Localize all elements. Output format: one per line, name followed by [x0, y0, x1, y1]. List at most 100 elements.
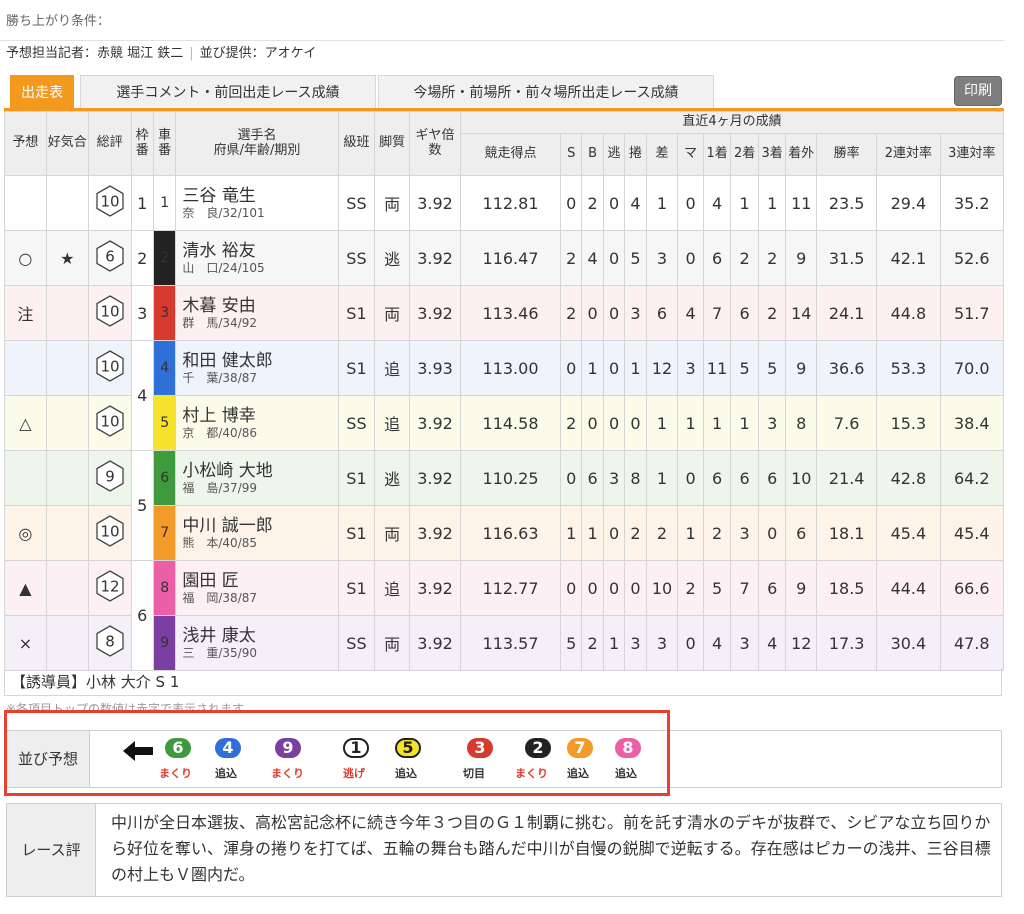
rider-name[interactable]: 園田 匠: [182, 571, 337, 591]
rating-hex: 8: [87, 615, 132, 671]
stat-sashi: 2: [645, 505, 679, 561]
leg-type: 逃: [374, 450, 410, 506]
stat-score: 113.57: [460, 615, 561, 671]
stat-makuri: 0: [624, 560, 647, 616]
rider-profile: 奈 良/32/101: [182, 205, 265, 220]
stat-out: 11: [785, 175, 818, 231]
stat-s: 2: [559, 285, 583, 341]
print-button[interactable]: 印刷: [954, 76, 1002, 106]
stat-s: 1: [559, 505, 583, 561]
stat-win: 7.6: [816, 395, 878, 451]
header-win: 勝率: [816, 133, 878, 176]
header-sashi: 差: [645, 133, 679, 176]
car-number: 3: [152, 285, 177, 341]
stat-b: 6: [581, 450, 604, 506]
stat-nige: 0: [602, 230, 626, 286]
header-kyaku: 脚質: [374, 111, 410, 176]
rating-value: 10: [100, 193, 119, 211]
rider-name-cell: 村上 博幸京 都/40/86: [175, 395, 339, 451]
stat-ren2: 44.8: [876, 285, 941, 341]
header-ren3: 3連対率: [939, 133, 1004, 176]
rider-name-cell: 園田 匠福 岡/38/87: [175, 560, 339, 616]
stat-nige: 0: [602, 395, 626, 451]
stat-win: 24.1: [816, 285, 878, 341]
header-sha: 車番: [152, 111, 177, 176]
hexagon-icon: 10: [95, 350, 124, 382]
stat-s: 2: [559, 230, 583, 286]
stat-c2: 1: [730, 175, 759, 231]
spirit-mark: ★: [45, 230, 89, 286]
stat-makuri: 5: [624, 230, 647, 286]
lineup-highlight-frame: [4, 710, 670, 796]
rider-profile: 山 口/24/105: [182, 260, 265, 275]
spirit-mark: [45, 615, 89, 671]
stat-s: 0: [559, 560, 583, 616]
rider-name[interactable]: 浅井 康太: [182, 626, 337, 646]
rider-name[interactable]: 清水 裕友: [182, 241, 337, 261]
stat-nige: 3: [602, 450, 626, 506]
header-recent: 直近4ヶ月の成績: [460, 111, 1004, 134]
reporter-line: 予想担当記者：赤競 堀江 鉄二 | 並び提供：アオケイ: [6, 42, 316, 61]
stat-nige: 0: [602, 285, 626, 341]
header-b: B: [581, 133, 604, 176]
rider-name-cell: 三谷 竜生奈 良/32/101: [175, 175, 339, 231]
stat-b: 2: [581, 175, 604, 231]
stat-makuri: 8: [624, 450, 647, 506]
stat-makuri: 3: [624, 615, 647, 671]
rider-name[interactable]: 和田 健太郎: [182, 351, 337, 371]
stat-s: 0: [559, 340, 583, 396]
car-number: 8: [152, 560, 177, 616]
rider-name-cell: 和田 健太郎千 葉/38/87: [175, 340, 339, 396]
stat-c3: 3: [757, 395, 787, 451]
rider-name[interactable]: 村上 博幸: [182, 406, 337, 426]
conditions-bar: [0, 0, 1004, 41]
stat-s: 0: [559, 450, 583, 506]
rider-name[interactable]: 三谷 竜生: [182, 186, 337, 206]
tab-entry-list[interactable]: 出走表: [10, 75, 74, 110]
stat-c3: 2: [757, 230, 787, 286]
stat-c3: 0: [757, 505, 787, 561]
stat-nige: 0: [602, 505, 626, 561]
stat-ren2: 42.1: [876, 230, 941, 286]
stat-out: 10: [785, 450, 818, 506]
gear-ratio: 3.92: [408, 285, 462, 341]
stat-ma: 0: [677, 615, 704, 671]
red-note: ※各項目トップの数値は赤字で表示されます。: [6, 702, 255, 710]
waku-number: 4: [130, 340, 154, 451]
rider-name[interactable]: 小松崎 大地: [182, 461, 337, 481]
stat-ren3: 47.8: [939, 615, 1004, 671]
class-rank: S1: [337, 505, 376, 561]
gear-ratio: 3.92: [408, 505, 462, 561]
header-ma: マ: [677, 133, 704, 176]
stat-out: 9: [785, 560, 818, 616]
rider-name-cell: 中川 誠一郎熊 本/40/85: [175, 505, 339, 561]
stat-ma: 1: [677, 395, 704, 451]
rating-hex: 10: [87, 285, 132, 341]
rating-hex: 6: [87, 230, 132, 286]
spirit-mark: [45, 450, 89, 506]
tab-meet-results[interactable]: 今場所・前場所・前々場所出走レース成績: [378, 75, 714, 110]
stat-c1: 4: [702, 175, 732, 231]
leg-type: 両: [374, 505, 410, 561]
waku-number: 2: [130, 230, 154, 286]
stat-ren2: 42.8: [876, 450, 941, 506]
rider-name[interactable]: 木暮 安由: [182, 296, 337, 316]
spirit-mark: [45, 395, 89, 451]
spirit-mark: [45, 505, 89, 561]
header-kyu: 級班: [337, 111, 376, 176]
stat-c1: 6: [702, 450, 732, 506]
rating-hex: 10: [87, 505, 132, 561]
stat-sashi: 3: [645, 230, 679, 286]
stat-sashi: 1: [645, 450, 679, 506]
rider-name-cell: 木暮 安由群 馬/34/92: [175, 285, 339, 341]
stat-nige: 0: [602, 560, 626, 616]
leg-type: 両: [374, 615, 410, 671]
stat-ren3: 66.6: [939, 560, 1004, 616]
stat-ren2: 45.4: [876, 505, 941, 561]
rider-name[interactable]: 中川 誠一郎: [182, 516, 337, 536]
tab-rider-comments[interactable]: 選手コメント・前回出走レース成績: [80, 75, 376, 110]
review-text: 中川が全日本選抜、高松宮記念杯に続き今年３つ目のＧ１制覇に挑む。前を託す清水のデ…: [111, 813, 991, 884]
stat-out: 14: [785, 285, 818, 341]
prediction-mark: △: [4, 395, 47, 451]
stat-score: 113.46: [460, 285, 561, 341]
